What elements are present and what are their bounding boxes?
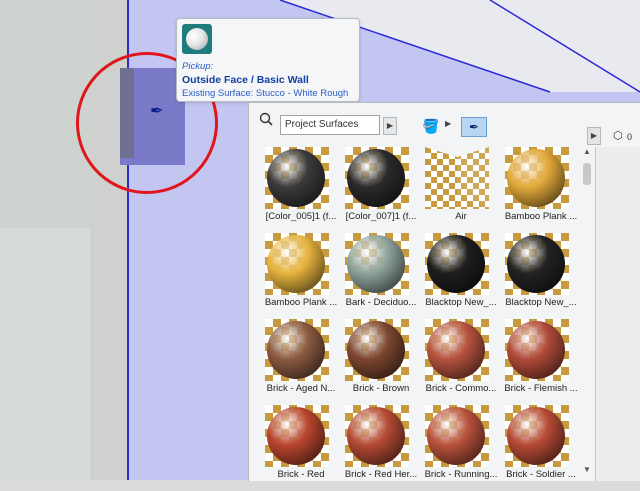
surface-tile[interactable]: Brick - Red Her... bbox=[341, 405, 421, 491]
surface-label: Blacktop New_... bbox=[425, 297, 497, 308]
surface-label: Brick - Aged N... bbox=[266, 383, 336, 394]
surface-preview-sphere bbox=[347, 235, 405, 293]
cube-count: 0 bbox=[627, 132, 633, 142]
cube-icon[interactable]: ⬡ bbox=[613, 129, 623, 142]
surface-preview-sphere bbox=[507, 407, 565, 465]
search-icon[interactable] bbox=[259, 112, 273, 126]
surface-grid: [Color_005]1 (f... [Color_007]1 (f... Air B… bbox=[261, 147, 581, 481]
surface-tile[interactable]: Air bbox=[421, 147, 501, 233]
surface-preview-sphere bbox=[347, 149, 405, 207]
pickup-tooltip: Pickup: Outside Face / Basic Wall Existi… bbox=[176, 18, 360, 102]
tooltip-subtitle: Existing Surface: Stucco - White Rough bbox=[182, 88, 349, 99]
surfaces-panel: Project Surfaces ▶ 🪣 ▶ ✒ ▶ ⬡ 0 [Color_00… bbox=[248, 102, 640, 481]
surface-label: [Color_005]1 (f... bbox=[265, 211, 337, 222]
surface-tile[interactable]: Bamboo Plank ... bbox=[261, 233, 341, 319]
surface-label: Bark - Deciduo... bbox=[345, 297, 417, 308]
surface-tile[interactable]: Brick - Aged N... bbox=[261, 319, 341, 405]
surface-filter-input[interactable]: Project Surfaces bbox=[280, 115, 380, 135]
scroll-down-arrow[interactable]: ▼ bbox=[581, 465, 593, 477]
expand-arrow[interactable]: ▶ bbox=[587, 127, 601, 145]
surface-label: Brick - Red bbox=[277, 469, 325, 480]
surface-label: Brick - Soldier ... bbox=[506, 469, 576, 480]
surface-label: Air bbox=[455, 211, 467, 222]
surface-tile[interactable]: [Color_005]1 (f... bbox=[261, 147, 341, 233]
surface-tile[interactable]: Brick - Brown bbox=[341, 319, 421, 405]
surface-label: Brick - Flemish ... bbox=[504, 383, 578, 394]
surface-preview-sphere bbox=[427, 321, 485, 379]
surface-preview-sphere bbox=[427, 407, 485, 465]
surface-tile[interactable]: Brick - Red bbox=[261, 405, 341, 491]
bucket-dropdown-arrow[interactable]: ▶ bbox=[445, 117, 455, 131]
surface-tile[interactable]: Brick - Running... bbox=[421, 405, 501, 491]
surface-preview-sphere bbox=[507, 321, 565, 379]
surface-label: Bamboo Plank ... bbox=[504, 211, 578, 222]
surface-preview-sphere bbox=[427, 235, 485, 293]
tooltip-title: Outside Face / Basic Wall bbox=[182, 74, 309, 86]
surface-tile[interactable]: Brick - Soldier ... bbox=[501, 405, 581, 491]
surface-label: [Color_007]1 (f... bbox=[345, 211, 417, 222]
side-strip bbox=[595, 147, 640, 481]
panel-toolbar: Project Surfaces ▶ 🪣 ▶ ✒ ▶ ⬡ 0 bbox=[249, 103, 640, 145]
surface-label: Bamboo Plank ... bbox=[264, 297, 338, 308]
tooltip-label: Pickup: bbox=[182, 61, 214, 72]
surface-tile[interactable]: Brick - Flemish ... bbox=[501, 319, 581, 405]
surface-label: Brick - Running... bbox=[424, 469, 498, 480]
surface-preview-sphere bbox=[267, 407, 325, 465]
surface-tile[interactable]: Brick - Commo... bbox=[421, 319, 501, 405]
surface-preview-sphere bbox=[347, 407, 405, 465]
scroll-thumb[interactable] bbox=[583, 163, 591, 185]
surface-preview-sphere bbox=[507, 235, 565, 293]
filter-dropdown-arrow[interactable]: ▶ bbox=[383, 117, 397, 135]
surface-label: Brick - Commo... bbox=[425, 383, 497, 394]
surface-label: Brick - Red Her... bbox=[344, 469, 418, 480]
surface-tile[interactable]: Bark - Deciduo... bbox=[341, 233, 421, 319]
surface-label: Blacktop New_... bbox=[505, 297, 577, 308]
surface-preview-sphere bbox=[267, 149, 325, 207]
scroll-up-arrow[interactable]: ▲ bbox=[581, 147, 593, 159]
surface-preview-sphere bbox=[267, 235, 325, 293]
surface-preview-sphere bbox=[347, 321, 405, 379]
grid-scrollbar[interactable]: ▲ ▼ bbox=[581, 147, 593, 481]
surface-preview-sphere bbox=[507, 149, 565, 207]
surface-tile[interactable]: Bamboo Plank ... bbox=[501, 147, 581, 233]
surface-label: Brick - Brown bbox=[352, 383, 410, 394]
surface-tile[interactable]: Blacktop New_... bbox=[421, 233, 501, 319]
surface-preview-sphere bbox=[267, 321, 325, 379]
air-preview bbox=[425, 147, 489, 209]
surface-thumbnail bbox=[182, 24, 212, 54]
eyedropper-icon[interactable]: ✒ bbox=[461, 117, 487, 137]
surface-tile[interactable]: [Color_007]1 (f... bbox=[341, 147, 421, 233]
surface-tile[interactable]: Blacktop New_... bbox=[501, 233, 581, 319]
paint-bucket-icon[interactable]: 🪣 bbox=[419, 115, 443, 137]
